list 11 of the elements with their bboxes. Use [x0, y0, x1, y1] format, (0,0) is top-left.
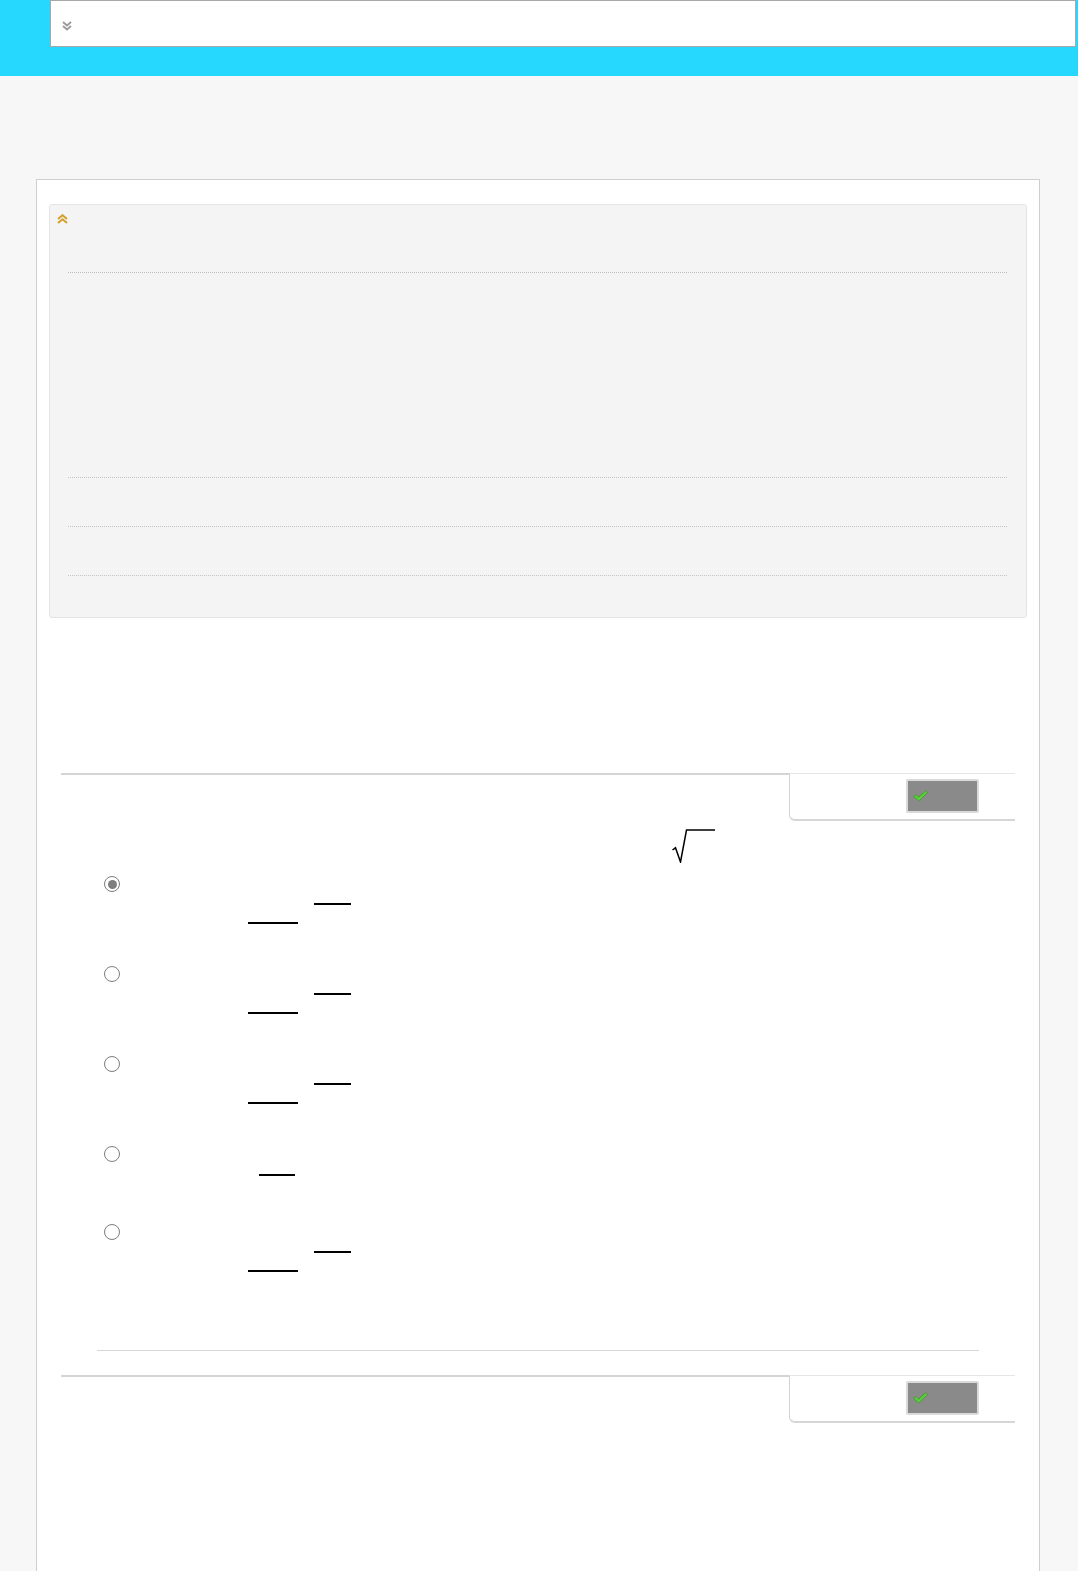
double-chevron-up-icon[interactable] [57, 214, 68, 224]
radio-button[interactable] [104, 1146, 120, 1162]
radio-button[interactable] [104, 1224, 120, 1240]
check-button[interactable] [906, 1381, 979, 1415]
radio-button[interactable] [104, 1056, 120, 1072]
double-chevron-down-icon[interactable] [62, 21, 72, 31]
check-button[interactable] [906, 779, 979, 813]
checkmark-icon [913, 790, 928, 802]
checkmark-icon [913, 1392, 928, 1404]
radio-button[interactable] [104, 966, 120, 982]
radio-button[interactable] [104, 876, 120, 892]
